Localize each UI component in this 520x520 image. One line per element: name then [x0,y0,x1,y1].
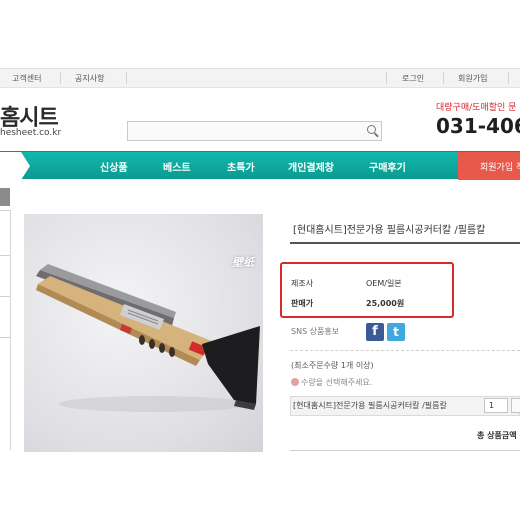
maker-label: 제조사 [291,279,314,288]
join-button-label: 회원가입 적 [480,163,520,173]
product-image[interactable] [24,214,263,452]
nav-item-best[interactable]: 베스트 [163,159,191,174]
sidebar-divider [0,255,10,256]
divider [386,72,387,84]
nav-item-new[interactable]: 신상품 [100,159,128,174]
quantity-stepper[interactable] [511,398,520,413]
quantity-input[interactable]: 1 [484,398,508,413]
site-url: hesheet.co.kr [0,128,62,138]
sidebar-border [10,210,11,450]
quantity-prompt-text: 수량을 선택해주세요. [301,378,373,387]
min-quantity-note: (최소주문수량 1개 이상) [291,361,374,370]
nav-category-tab[interactable] [0,152,30,180]
maker-value: OEM/일본 [366,279,402,288]
watermark: 壁纸 [232,256,254,269]
divider [126,72,127,84]
divider [508,72,509,84]
notice-link[interactable]: 공지사항 [75,73,104,84]
divider [290,350,520,351]
quantity-prompt: 수량을 선택해주세요. [291,377,372,388]
total-price-label: 총 상품금액 [477,431,517,440]
join-link[interactable]: 회원가입 [458,73,487,84]
divider [443,72,444,84]
join-button[interactable]: 회원가입 적 [458,152,520,180]
divider [290,450,520,451]
sidebar-divider [0,210,10,211]
sidebar-divider [0,296,10,297]
product-title: [현대홈시트]전문가용 필름시공커터칼 /필름칼 [293,225,486,236]
main-nav: 신상품 베스트 초특가 개인결제창 구매후기 회원가입 적 [0,151,520,180]
price-value: 25,000원 [366,299,405,308]
film-cutter-knife-image [36,264,260,412]
sidebar-divider [0,337,10,338]
top-utility-bar: 고객센터 공지사항 로그인 회원가입 [0,68,520,88]
customer-center-link[interactable]: 고객센터 [12,73,41,84]
search-icon[interactable] [367,125,376,134]
nav-item-special[interactable]: 초특가 [227,159,255,174]
highlight-box [280,262,454,318]
selected-option-name: [현대홈시트]전문가용 필름시공커터칼 /필름칼 [293,401,447,410]
login-link[interactable]: 로그인 [402,73,424,84]
search-input[interactable] [127,121,382,141]
sidebar-icon[interactable] [0,188,10,206]
phone-number: 031-406 [436,114,520,138]
price-label: 판매가 [291,299,314,308]
title-divider [290,242,520,244]
info-icon [291,378,299,386]
twitter-icon[interactable]: t [387,323,405,341]
nav-item-personal-payment[interactable]: 개인결제창 [288,159,334,174]
nav-item-reviews[interactable]: 구매후기 [369,159,406,174]
bulk-order-promo[interactable]: 대량구매/도매할인 문 [436,100,516,113]
divider [60,72,61,84]
sns-label: SNS 상품홍보 [291,327,340,336]
facebook-icon[interactable]: f [366,323,384,341]
